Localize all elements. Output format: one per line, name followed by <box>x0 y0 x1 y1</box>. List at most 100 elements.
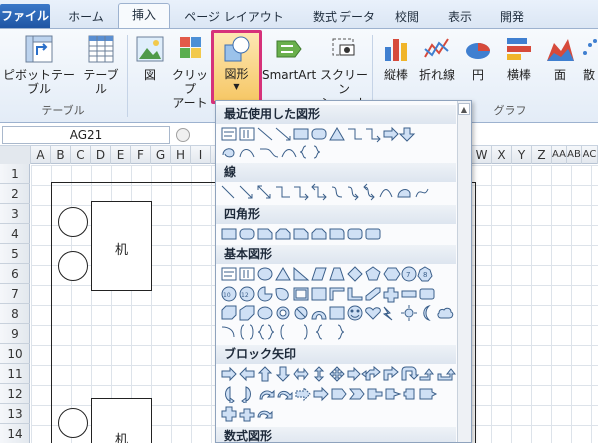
column-header[interactable]: W <box>472 146 492 164</box>
rectangle-shapes-icons[interactable] <box>220 225 456 243</box>
smartart-button[interactable]: SmartArt <box>262 33 316 82</box>
group-label-table: テーブル <box>41 104 85 117</box>
pivot-table-button[interactable]: ピボットテーブル <box>2 33 76 96</box>
basic-shapes-row-1: 7 8 <box>220 265 456 283</box>
table-label: テーブル <box>83 68 119 96</box>
column-header[interactable]: X <box>492 146 512 164</box>
row-header[interactable]: 7 <box>0 284 30 304</box>
block-arrows-icons-2[interactable] <box>220 385 456 403</box>
recent-shapes-icons-2[interactable] <box>220 143 456 161</box>
column-header[interactable]: I <box>191 146 211 164</box>
recent-shapes-icons[interactable] <box>220 125 456 143</box>
basic-shapes-icons-4[interactable] <box>220 323 456 341</box>
chair-circle-shape[interactable] <box>58 207 88 237</box>
column-header[interactable]: B <box>51 146 71 164</box>
row-header[interactable]: 2 <box>0 184 30 204</box>
smartart-icon <box>276 40 302 58</box>
screenshot-icon <box>332 38 355 56</box>
row-header[interactable]: 9 <box>0 324 30 344</box>
tab-home[interactable]: ホーム <box>62 6 110 28</box>
basic-shapes-icons-3[interactable] <box>220 304 456 322</box>
screenshot-button[interactable]: スクリーン ショット <box>318 33 370 110</box>
desk-label: 机 <box>114 243 128 258</box>
row-header[interactable]: 14 <box>0 424 30 443</box>
clipart-button[interactable]: クリップ アート <box>170 33 210 110</box>
svg-text:12: 12 <box>241 292 249 299</box>
pie-chart-label: 円 <box>471 68 484 82</box>
row-header[interactable]: 12 <box>0 384 30 404</box>
chair-circle-shape[interactable] <box>58 251 88 281</box>
basic-shapes-icons-1[interactable]: 7 8 <box>220 265 456 283</box>
tab-view[interactable]: 表示 <box>438 6 482 28</box>
clipart-icon <box>180 37 201 58</box>
chair-circle-shape[interactable] <box>58 408 88 438</box>
column-header[interactable]: AB <box>567 146 582 164</box>
name-box[interactable]: AG21 <box>2 126 170 144</box>
column-header[interactable]: Z <box>532 146 552 164</box>
bar-chart-button[interactable]: 横棒 <box>498 33 540 82</box>
pie-chart-button[interactable]: 円 <box>460 33 496 82</box>
ribbon-tab-bar: ファイル ホーム 挿入 ページ レイアウト 数式 データ 校閲 表示 開発 <box>0 0 598 29</box>
area-chart-button[interactable]: 面 <box>542 33 578 82</box>
scroll-up-arrow-icon[interactable]: ▲ <box>458 103 470 115</box>
row-header[interactable]: 11 <box>0 364 30 384</box>
section-equation-shapes: 数式図形 <box>216 427 456 442</box>
column-chart-button[interactable]: 縦棒 <box>376 33 416 82</box>
desk-rect-shape[interactable]: 机 <box>91 398 152 443</box>
bar-chart-label: 横棒 <box>506 68 531 82</box>
row-header[interactable]: 8 <box>0 304 30 324</box>
formula-bar-circle-icon <box>176 128 190 142</box>
tab-developer[interactable]: 開発 <box>490 6 534 28</box>
shapes-label: 図形 <box>224 67 249 81</box>
tab-page-layout[interactable]: ページ レイアウト <box>178 6 290 28</box>
bar-chart-icon <box>507 38 531 60</box>
svg-text:8: 8 <box>423 271 427 279</box>
column-header[interactable]: Y <box>512 146 532 164</box>
line-shapes-icons[interactable] <box>220 183 456 201</box>
area-chart-icon <box>547 39 574 61</box>
row-header[interactable]: 3 <box>0 204 30 224</box>
row-header[interactable]: 1 <box>0 164 30 184</box>
line-chart-icon <box>424 38 449 58</box>
tab-insert[interactable]: 挿入 <box>118 3 170 29</box>
column-header[interactable]: H <box>171 146 191 164</box>
tab-file[interactable]: ファイル <box>0 4 50 28</box>
column-header[interactable]: AA <box>552 146 567 164</box>
row-header[interactable]: 4 <box>0 224 30 244</box>
table-button[interactable]: テーブル <box>78 33 124 96</box>
scatter-chart-icon <box>583 39 597 55</box>
recent-shapes-row <box>220 125 456 143</box>
row-header[interactable]: 10 <box>0 344 30 364</box>
column-header[interactable]: D <box>91 146 111 164</box>
tab-data[interactable]: データ <box>335 6 379 28</box>
line-chart-button[interactable]: 折れ線 <box>416 33 458 82</box>
tab-review[interactable]: 校閲 <box>385 6 429 28</box>
shapes-gallery-dropdown: 最近使用した図形 線 四角形 基本図形 7 8 10 12 ブロック矢印 数式図… <box>215 100 472 443</box>
row-header[interactable]: 5 <box>0 244 30 264</box>
row-header[interactable]: 6 <box>0 264 30 284</box>
column-header[interactable]: C <box>71 146 91 164</box>
section-basic-shapes: 基本図形 <box>216 245 456 264</box>
pie-chart-icon <box>466 43 490 59</box>
row-header[interactable]: 13 <box>0 404 30 424</box>
picture-label: 図 <box>143 68 156 82</box>
basic-shapes-row-4 <box>220 323 456 341</box>
column-header[interactable]: AC <box>582 146 598 164</box>
column-header[interactable]: E <box>111 146 131 164</box>
column-header[interactable]: F <box>131 146 151 164</box>
block-arrows-icons-1[interactable] <box>220 365 456 383</box>
column-header[interactable]: A <box>31 146 51 164</box>
select-all-corner[interactable] <box>0 146 31 164</box>
column-header[interactable]: G <box>151 146 171 164</box>
scatter-chart-button[interactable]: 散 <box>580 33 598 82</box>
block-arrows-icons-3[interactable] <box>220 405 456 423</box>
lines-row <box>220 183 456 201</box>
clipart-label-2: アート <box>172 96 208 110</box>
shapes-button[interactable]: 図形 ▼ <box>211 30 262 104</box>
section-lines: 線 <box>216 163 456 182</box>
area-chart-label: 面 <box>553 68 566 82</box>
desk-rect-shape[interactable]: 机 <box>91 201 152 291</box>
gallery-scrollbar[interactable]: ▲ <box>457 101 471 442</box>
basic-shapes-icons-2[interactable]: 10 12 <box>220 285 456 303</box>
picture-button[interactable]: 図 <box>132 33 168 82</box>
